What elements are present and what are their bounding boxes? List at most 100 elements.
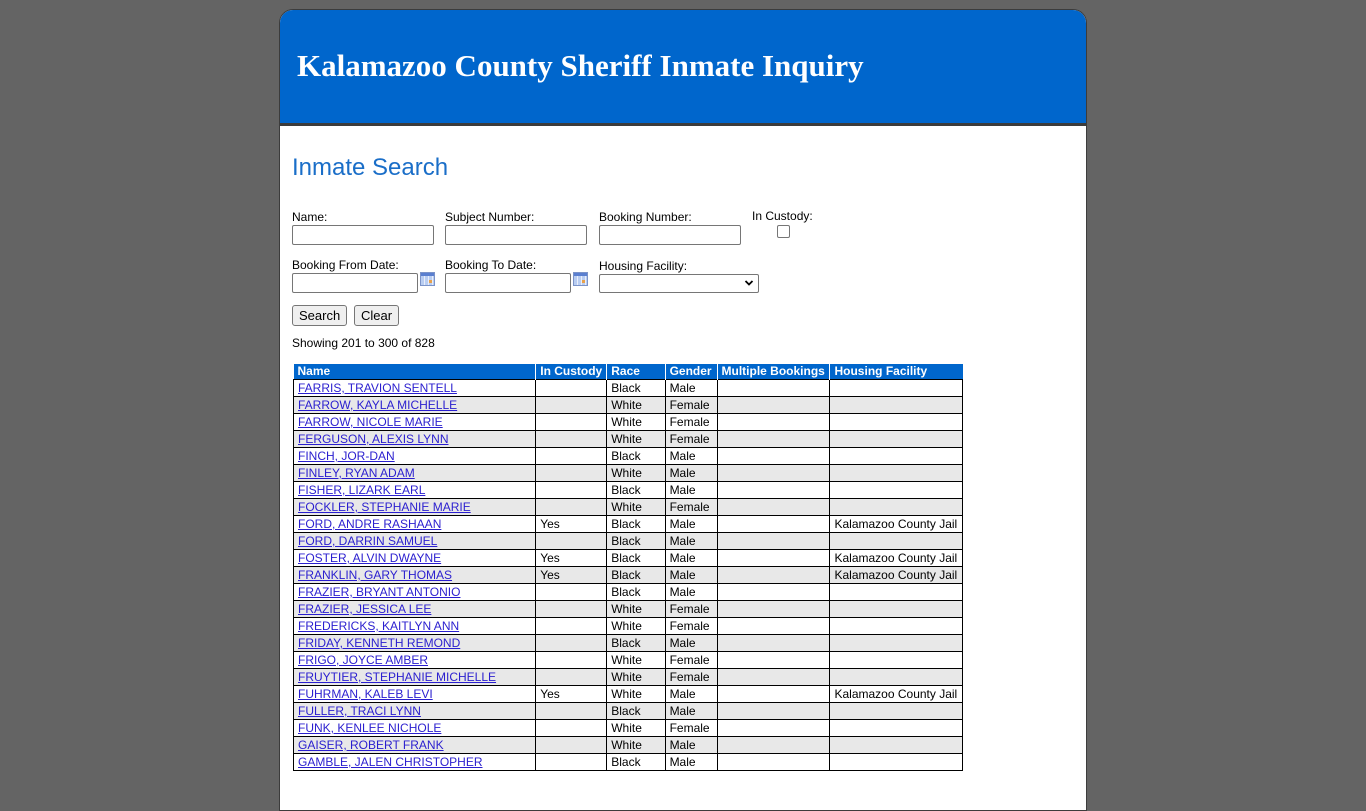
- housing-facility-label: Housing Facility:: [599, 259, 688, 273]
- multiple-bookings-cell: [716, 685, 831, 703]
- race-cell: White: [606, 651, 666, 669]
- inmate-name-link[interactable]: FRAZIER, JESSICA LEE: [298, 602, 431, 616]
- race-cell: White: [606, 617, 666, 635]
- inmate-name-link[interactable]: FRUYTIER, STEPHANIE MICHELLE: [298, 670, 496, 684]
- multiple-bookings-cell: [716, 600, 831, 618]
- name-field-group: Name:: [292, 210, 434, 245]
- gender-cell: Male: [664, 685, 718, 703]
- in-custody-checkbox[interactable]: [777, 225, 790, 238]
- column-header-gender[interactable]: Gender: [664, 364, 718, 380]
- housing-facility-cell: Kalamazoo County Jail: [829, 685, 963, 703]
- inmate-name-link[interactable]: FRIDAY, KENNETH REMOND: [298, 636, 460, 650]
- gender-cell: Female: [664, 651, 718, 669]
- name-input[interactable]: [292, 225, 434, 245]
- multiple-bookings-cell: [716, 566, 831, 584]
- inmate-name-link[interactable]: FARROW, KAYLA MICHELLE: [298, 398, 457, 412]
- race-cell: White: [606, 413, 666, 431]
- race-cell: White: [606, 396, 666, 414]
- calendar-icon[interactable]: [420, 272, 435, 286]
- multiple-bookings-cell: [716, 498, 831, 516]
- in-custody-cell: Yes: [535, 515, 608, 533]
- multiple-bookings-cell: [716, 396, 831, 414]
- gender-cell: Female: [664, 430, 718, 448]
- multiple-bookings-cell: [716, 651, 831, 669]
- in-custody-cell: [535, 600, 608, 618]
- inmate-name-link[interactable]: FINCH, JOR-DAN: [298, 449, 395, 463]
- race-cell: Black: [606, 515, 666, 533]
- in-custody-cell: [535, 668, 608, 686]
- inmate-name-link[interactable]: FOSTER, ALVIN DWAYNE: [298, 551, 441, 565]
- table-row: FUHRMAN, KALEB LEVI Yes White Male Kalamazoo…: [292, 685, 963, 703]
- name-cell: FRAZIER, JESSICA LEE: [292, 600, 537, 618]
- multiple-bookings-cell: [716, 617, 831, 635]
- inmate-name-link[interactable]: FUNK, KENLEE NICHOLE: [298, 721, 441, 735]
- housing-facility-cell: [829, 447, 963, 465]
- table-row: FRAZIER, JESSICA LEE White Female: [292, 600, 963, 618]
- inmate-name-link[interactable]: FUHRMAN, KALEB LEVI: [298, 687, 433, 701]
- inmate-name-link[interactable]: FORD, ANDRE RASHAAN: [298, 517, 441, 531]
- gender-cell: Male: [664, 447, 718, 465]
- multiple-bookings-cell: [716, 719, 831, 737]
- housing-facility-select[interactable]: [599, 274, 759, 293]
- name-cell: FORD, DARRIN SAMUEL: [292, 532, 537, 550]
- housing-facility-cell: [829, 736, 963, 754]
- gender-cell: Male: [664, 532, 718, 550]
- booking-from-date-input[interactable]: [292, 273, 418, 293]
- page-container: Kalamazoo County Sheriff Inmate Inquiry …: [279, 9, 1087, 811]
- in-custody-cell: [535, 583, 608, 601]
- chevron-down-icon: [744, 280, 754, 286]
- housing-facility-cell: [829, 617, 963, 635]
- column-header-race[interactable]: Race: [606, 364, 666, 380]
- multiple-bookings-cell: [716, 549, 831, 567]
- inmate-name-link[interactable]: FARRIS, TRAVION SENTELL: [298, 381, 457, 395]
- column-header-housing-facility[interactable]: Housing Facility: [829, 364, 963, 380]
- column-header-in-custody[interactable]: In Custody: [535, 364, 607, 380]
- in-custody-cell: [535, 481, 608, 499]
- clear-button[interactable]: Clear: [354, 305, 400, 326]
- name-cell: FINLEY, RYAN ADAM: [292, 464, 537, 482]
- housing-facility-cell: [829, 702, 963, 720]
- booking-number-label: Booking Number:: [599, 210, 692, 224]
- in-custody-cell: [535, 379, 608, 397]
- inmate-name-link[interactable]: FREDERICKS, KAITLYN ANN: [298, 619, 459, 633]
- inmate-name-link[interactable]: FORD, DARRIN SAMUEL: [298, 534, 437, 548]
- inmate-name-link[interactable]: FRAZIER, BRYANT ANTONIO: [298, 585, 460, 599]
- site-title: Kalamazoo County Sheriff Inmate Inquiry: [297, 48, 864, 83]
- housing-facility-cell: [829, 651, 963, 669]
- name-cell: FRAZIER, BRYANT ANTONIO: [292, 583, 537, 601]
- inmate-name-link[interactable]: FULLER, TRACI LYNN: [298, 704, 421, 718]
- column-header-multiple-bookings[interactable]: Multiple Bookings: [716, 364, 830, 380]
- in-custody-cell: [535, 651, 608, 669]
- results-count: Showing 201 to 300 of 828: [292, 336, 435, 350]
- inmate-name-link[interactable]: FOCKLER, STEPHANIE MARIE: [298, 500, 471, 514]
- booking-to-date-input[interactable]: [445, 273, 571, 293]
- table-row: FULLER, TRACI LYNN Black Male: [292, 702, 963, 720]
- booking-to-date-label: Booking To Date:: [445, 258, 537, 272]
- inmate-name-link[interactable]: FISHER, LIZARK EARL: [298, 483, 425, 497]
- table-row: FRIDAY, KENNETH REMOND Black Male: [292, 634, 963, 652]
- housing-facility-cell: [829, 634, 963, 652]
- table-row: FRANKLIN, GARY THOMAS Yes Black Male Kalamaz…: [292, 566, 963, 584]
- inmate-name-link[interactable]: FRANKLIN, GARY THOMAS: [298, 568, 452, 582]
- race-cell: Black: [606, 566, 666, 584]
- name-cell: FARRIS, TRAVION SENTELL: [292, 379, 537, 397]
- housing-facility-cell: [829, 430, 963, 448]
- housing-facility-cell: [829, 719, 963, 737]
- inmate-name-link[interactable]: GAISER, ROBERT FRANK: [298, 738, 444, 752]
- inmate-name-link[interactable]: FINLEY, RYAN ADAM: [298, 466, 415, 480]
- inmate-name-link[interactable]: FRIGO, JOYCE AMBER: [298, 653, 428, 667]
- inmate-name-link[interactable]: FARROW, NICOLE MARIE: [298, 415, 443, 429]
- subject-number-input[interactable]: [445, 225, 587, 245]
- name-cell: FARROW, NICOLE MARIE: [292, 413, 537, 431]
- table-row: FRIGO, JOYCE AMBER White Female: [292, 651, 963, 669]
- inmate-name-link[interactable]: GAMBLE, JALEN CHRISTOPHER: [298, 755, 483, 769]
- booking-number-input[interactable]: [599, 225, 741, 245]
- inmate-name-link[interactable]: FERGUSON, ALEXIS LYNN: [298, 432, 449, 446]
- in-custody-cell: Yes: [535, 685, 608, 703]
- column-header-name[interactable]: Name: [293, 364, 536, 380]
- multiple-bookings-cell: [716, 736, 831, 754]
- search-button[interactable]: Search: [292, 305, 348, 326]
- header-banner: Kalamazoo County Sheriff Inmate Inquiry: [280, 10, 1086, 126]
- booking-to-date-field-group: Booking To Date:: [445, 258, 588, 293]
- calendar-icon[interactable]: [573, 272, 588, 286]
